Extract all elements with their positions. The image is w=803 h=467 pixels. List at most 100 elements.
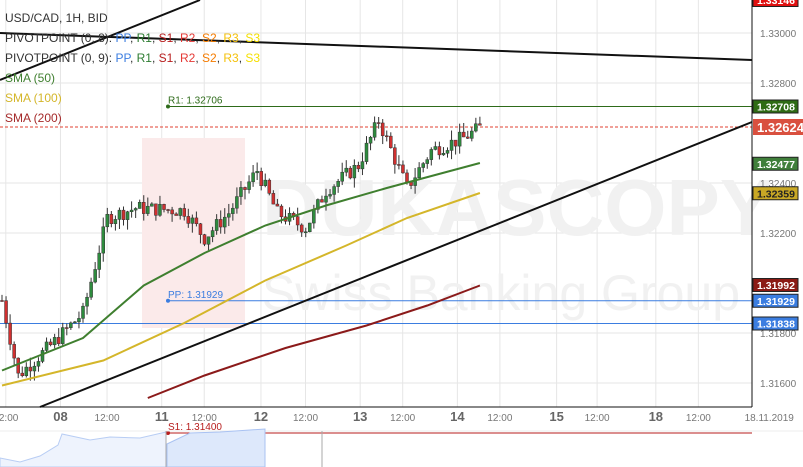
candle [461,123,466,138]
candle-body [247,181,251,190]
candle [466,130,470,139]
watermark-text: DUKASCOPY [262,163,773,252]
candle [129,201,134,218]
legend-pivot-s1: S1 [158,51,174,65]
candle [474,117,478,133]
candle-body [97,252,101,270]
candle-body [243,187,247,190]
candle-body [12,344,16,359]
candle [251,164,255,187]
y-tick-label: 1.31600 [760,379,797,390]
candle-body [449,139,454,151]
candle-body [470,130,474,139]
current-price-tag-text: 1.32624 [757,120,803,135]
sma-tag-200-text: 1.31992 [757,280,795,292]
candle [77,311,81,329]
legend-pivot-r2: R2 [179,51,196,65]
candle [61,322,65,347]
x-tick-label: 12:00 [95,413,120,424]
candle-body [4,300,8,324]
candle-body [198,223,203,235]
candle-body [433,146,438,150]
candle-body [8,322,12,345]
candle [202,233,207,247]
candle [113,215,118,231]
candle [433,141,438,151]
candle-body [441,153,446,156]
y-tick-label: 1.32800 [760,79,797,90]
candle-body [421,163,425,168]
candle-body [202,234,207,245]
candle-body [478,123,482,126]
candle-body [231,207,235,214]
candle-body [385,135,389,138]
candle [125,210,130,230]
candle-body [142,202,146,214]
candle [16,357,20,379]
x-tick-label: 12:00 [192,413,217,424]
candle-body [445,150,450,154]
candle-body [340,171,344,182]
candle [52,333,57,349]
candle [12,341,16,366]
x-tick-day: 18 [649,409,663,424]
candle-body [259,171,263,186]
candle-body [93,269,97,283]
candle-body [295,216,300,226]
legend-sma-200: SMA (200) [5,111,62,125]
x-tick-label: 12:00 [0,413,19,424]
candle [457,123,462,154]
candle-body [133,208,138,211]
candle-body [137,202,142,209]
candle-body [312,209,316,224]
candle-body [121,209,126,220]
x-tick-label: 12:00 [686,413,711,424]
legend-title: USD/CAD, 1H, BID [5,11,108,25]
candle-body [380,122,385,137]
candle [247,175,251,194]
x-tick-day: 08 [53,409,67,424]
candle-body [437,146,442,156]
sma-tag-100: 1.32359 [752,186,799,201]
candle-body [320,199,324,203]
legend-pivot-s1: S1 [158,31,174,45]
candle [453,139,458,155]
candle-body [186,216,191,224]
candle-body [263,179,267,186]
candle [364,136,369,165]
candle [308,222,312,233]
candle-body [150,203,154,207]
top-price-tag-text: 1.33146 [757,0,795,7]
candle [81,302,85,323]
candle [449,130,454,160]
candle-body [457,131,462,147]
navigator-visible-area [166,428,266,467]
candle-body [24,366,29,376]
pivot-tag-r1: 1.32708 [752,99,799,114]
candle-body [393,147,397,165]
candle [24,362,29,378]
x-tick-day: 14 [450,409,465,424]
candle-body [336,180,340,187]
candle-body [235,196,239,209]
candle-body [48,341,53,346]
candle [8,314,12,351]
candle-body [348,167,353,179]
y-tick-label: 1.32200 [760,229,797,240]
pivot-tag-pp-text: 1.31929 [757,296,795,308]
candle-body [16,357,20,374]
candle-body [170,209,174,215]
candle-body [146,205,150,214]
candle [36,357,41,372]
candle [137,199,142,209]
candle [20,366,24,378]
candle [0,294,4,302]
legend-pivot-s2: S2 [202,51,217,65]
candle-body [36,361,41,367]
candle [65,323,69,336]
pivot-tag-pp2-text: 1.31838 [757,319,795,331]
candle-body [162,204,166,210]
candle-body [73,321,77,324]
candle [85,292,89,315]
candle-body [32,365,37,372]
